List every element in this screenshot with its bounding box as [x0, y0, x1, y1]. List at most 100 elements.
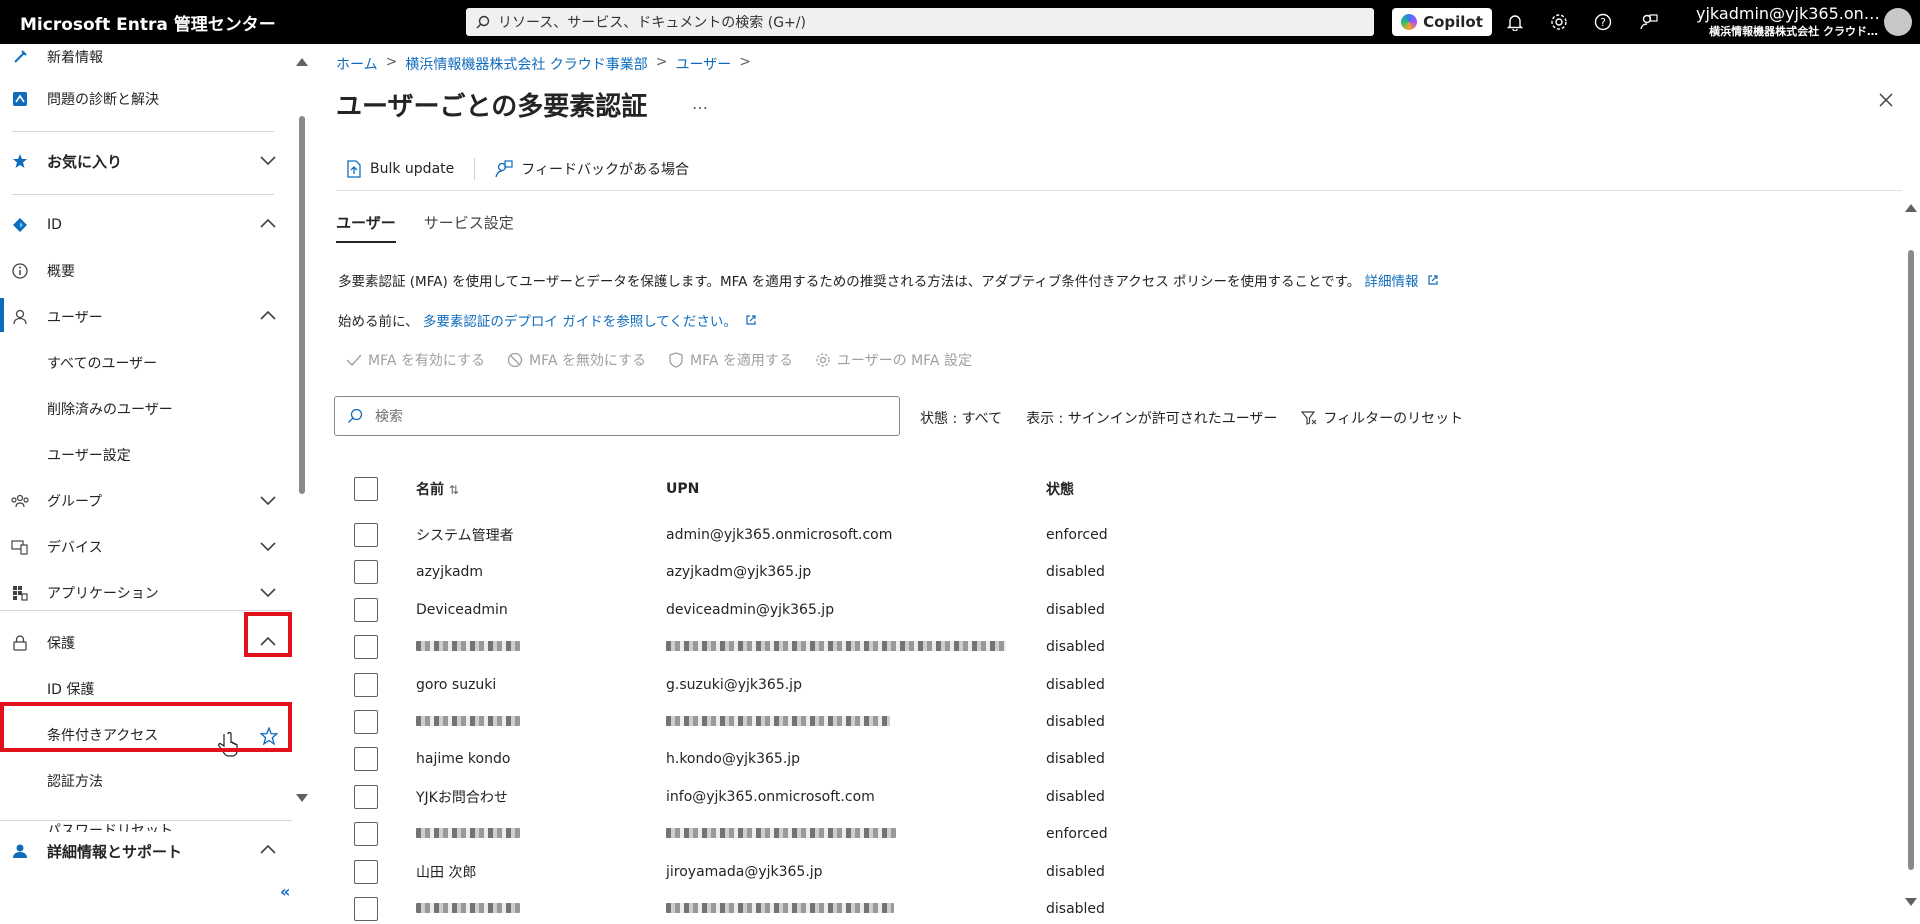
- disable-mfa-button[interactable]: MFA を無効にする: [507, 350, 646, 370]
- row-checkbox[interactable]: [354, 859, 378, 884]
- chevron-down-icon[interactable]: [260, 540, 276, 552]
- table-row[interactable]: Deviceadmin deviceadmin@yjk365.jp disabled: [354, 595, 1894, 625]
- tab-service-settings[interactable]: サービス設定: [424, 212, 514, 243]
- mfa-status: disabled: [1046, 751, 1105, 768]
- row-checkbox[interactable]: [354, 897, 378, 921]
- deploy-guide-link[interactable]: 多要素認証のデプロイ ガイドを参照してください。: [423, 314, 737, 330]
- main-content: ホーム > 横浜情報機器株式会社 クラウド事業部 > ユーザー > ユーザーごとの多要…: [310, 44, 1920, 921]
- chevron-up-icon[interactable]: [260, 844, 276, 856]
- table-row[interactable]: enforced: [354, 819, 1894, 849]
- tab-users[interactable]: ユーザー: [336, 212, 396, 243]
- row-checkbox[interactable]: [354, 560, 378, 585]
- brand-title[interactable]: Microsoft Entra 管理センター: [0, 10, 466, 35]
- row-checkbox[interactable]: [354, 672, 378, 697]
- enable-mfa-button[interactable]: MFA を有効にする: [346, 350, 485, 370]
- main-scrollbar[interactable]: [1908, 250, 1914, 870]
- enforce-mfa-button[interactable]: MFA を適用する: [668, 350, 793, 370]
- chevron-down-icon[interactable]: [260, 154, 276, 166]
- sidebar-item-label: アプリケーション: [47, 586, 159, 602]
- sidebar-item-auth-methods[interactable]: 認証方法: [0, 762, 292, 800]
- scroll-down-arrow-icon[interactable]: [1905, 898, 1917, 908]
- table-row[interactable]: disabled: [354, 707, 1894, 737]
- chevron-down-icon[interactable]: [260, 586, 276, 598]
- feedback-button[interactable]: フィードバックがある場合: [495, 159, 689, 179]
- help-icon[interactable]: ?: [1592, 11, 1614, 33]
- user-search-input[interactable]: 検索: [334, 396, 900, 436]
- sidebar-item-overview[interactable]: 概要: [0, 252, 292, 290]
- sidebar-item-groups[interactable]: グループ: [0, 482, 292, 520]
- more-options-button[interactable]: …: [692, 94, 708, 113]
- sidebar-item-all-users[interactable]: すべてのユーザー: [0, 344, 292, 382]
- status-filter[interactable]: 状態 : すべて: [920, 408, 1002, 428]
- sidebar-item-favorites[interactable]: お気に入り: [0, 142, 292, 180]
- sidebar: 新着情報 問題の診断と解決 お気に入り ID 概要 ユーザー すべてのユーザー …: [0, 44, 292, 914]
- feedback-icon[interactable]: [1638, 11, 1660, 33]
- reset-filters-button[interactable]: フィルターのリセット: [1301, 408, 1463, 428]
- column-header-name[interactable]: 名前 ⇅: [416, 479, 459, 499]
- bulk-update-button[interactable]: Bulk update: [346, 160, 454, 178]
- table-row[interactable]: goro suzuki g.suzuki@yjk365.jp disabled: [354, 670, 1894, 700]
- document-upload-icon: [347, 160, 361, 178]
- copilot-button[interactable]: Copilot: [1392, 8, 1492, 36]
- user-name: YJKお問合わせ: [416, 789, 508, 806]
- user-mfa-settings-button[interactable]: ユーザーの MFA 設定: [815, 350, 972, 370]
- scroll-down-arrow-icon[interactable]: [296, 794, 308, 804]
- table-row[interactable]: 山田 次郎 jiroyamada@yjk365.jp disabled: [354, 857, 1894, 887]
- breadcrumb-home[interactable]: ホーム: [336, 54, 378, 74]
- table-row[interactable]: disabled: [354, 632, 1894, 662]
- sidebar-item-applications[interactable]: アプリケーション: [0, 574, 292, 612]
- sidebar-item-diagnose[interactable]: 問題の診断と解決: [0, 80, 292, 118]
- sidebar-item-devices[interactable]: デバイス: [0, 528, 292, 566]
- sidebar-item-deleted-users[interactable]: 削除済みのユーザー: [0, 390, 292, 428]
- divider: [12, 131, 274, 132]
- breadcrumb: ホーム > 横浜情報機器株式会社 クラウド事業部 > ユーザー >: [336, 54, 751, 74]
- table-row[interactable]: システム管理者 admin@yjk365.onmicrosoft.com enfor…: [354, 520, 1894, 550]
- row-checkbox[interactable]: [354, 523, 378, 547]
- sidebar-item-id[interactable]: ID: [0, 206, 292, 244]
- scroll-up-arrow-icon[interactable]: [1905, 202, 1917, 212]
- highlight-box-conditional-access: [0, 702, 292, 752]
- row-checkbox[interactable]: [354, 635, 378, 660]
- breadcrumb-users[interactable]: ユーザー: [676, 54, 732, 74]
- table-row[interactable]: disabled: [354, 894, 1894, 924]
- column-header-status[interactable]: 状態: [1046, 479, 1074, 499]
- before-text: 始める前に、: [338, 314, 419, 330]
- sidebar-item-help-support[interactable]: 詳細情報とサポート: [0, 832, 292, 870]
- select-all-checkbox[interactable]: [354, 477, 378, 501]
- row-checkbox[interactable]: [354, 710, 378, 734]
- table-row[interactable]: YJKお問合わせ info@yjk365.onmicrosoft.com disab…: [354, 782, 1894, 812]
- view-filter[interactable]: 表示 : サインインが許可されたユーザー: [1026, 408, 1277, 428]
- breadcrumb-tenant[interactable]: 横浜情報機器株式会社 クラウド事業部: [405, 54, 647, 74]
- sidebar-item-whats-new[interactable]: 新着情報: [0, 44, 292, 76]
- row-checkbox[interactable]: [354, 822, 378, 847]
- sidebar-scrollbar[interactable]: [299, 116, 305, 494]
- table-row[interactable]: hajime kondo h.kondo@yjk365.jp disabled: [354, 744, 1894, 774]
- sidebar-item-users[interactable]: ユーザー: [0, 298, 292, 336]
- global-search-input[interactable]: リソース、サービス、ドキュメントの検索 (G+/): [466, 8, 1374, 36]
- collapse-sidebar-button[interactable]: «: [280, 882, 290, 901]
- sidebar-item-password-reset[interactable]: パスワードリセット: [0, 804, 292, 832]
- column-header-upn[interactable]: UPN: [666, 481, 699, 497]
- info-icon: [11, 262, 29, 280]
- chevron-up-icon[interactable]: [260, 310, 276, 322]
- search-placeholder: リソース、サービス、ドキュメントの検索 (G+/): [498, 15, 806, 31]
- chevron-up-icon[interactable]: [260, 218, 276, 230]
- redacted-text: [666, 716, 890, 726]
- identity-icon: [11, 216, 29, 234]
- close-icon[interactable]: [1878, 92, 1894, 108]
- sidebar-item-label: 削除済みのユーザー: [47, 402, 173, 418]
- bell-icon[interactable]: [1504, 11, 1526, 33]
- chevron-down-icon[interactable]: [260, 494, 276, 506]
- scroll-up-arrow-icon[interactable]: [296, 56, 308, 66]
- user-upn: g.suzuki@yjk365.jp: [666, 676, 802, 693]
- row-checkbox[interactable]: [354, 784, 378, 809]
- avatar[interactable]: [1884, 8, 1912, 36]
- row-checkbox[interactable]: [354, 747, 378, 772]
- command-bar: Bulk update フィードバックがある場合: [346, 158, 689, 180]
- learn-more-link[interactable]: 詳細情報: [1365, 274, 1419, 290]
- gear-icon[interactable]: [1548, 11, 1570, 33]
- table-row[interactable]: azyjkadm azyjkadm@yjk365.jp disabled: [354, 557, 1894, 587]
- account-info[interactable]: yjkadmin@yjk365.on… 横浜情報機器株式会社 クラウド…: [1696, 4, 1878, 39]
- row-checkbox[interactable]: [354, 597, 378, 622]
- sidebar-item-user-settings[interactable]: ユーザー設定: [0, 436, 292, 474]
